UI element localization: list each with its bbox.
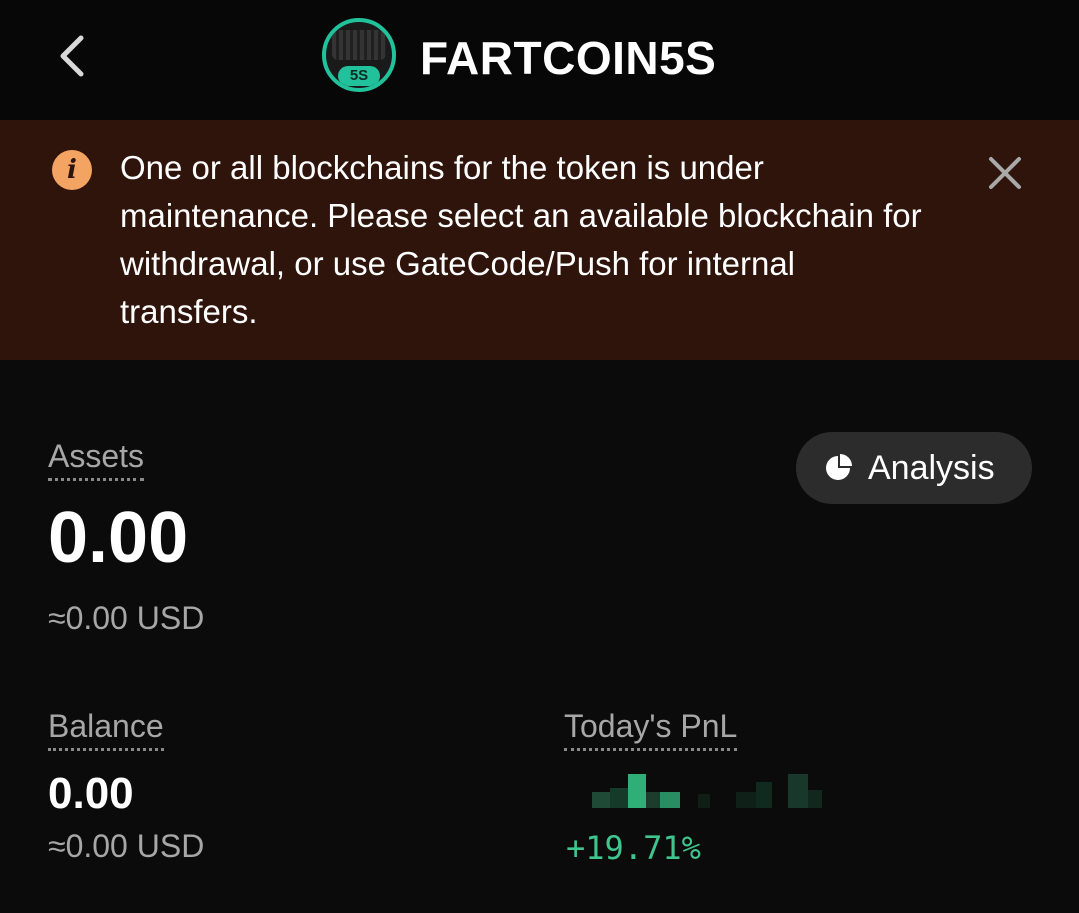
- analysis-button[interactable]: Analysis: [796, 432, 1032, 504]
- pnl-percent: +19.71%: [566, 829, 701, 867]
- chevron-left-icon: [60, 35, 84, 77]
- info-icon: i: [52, 150, 92, 190]
- todays-pnl-label[interactable]: Today's PnL: [564, 706, 738, 751]
- assets-label[interactable]: Assets: [48, 436, 145, 481]
- pnl-masked-value: [564, 772, 834, 812]
- close-icon: [989, 157, 1021, 189]
- header-bar: 5S FARTCOIN5S: [0, 0, 1079, 120]
- assets-value: 0.00: [48, 498, 189, 578]
- close-button[interactable]: [982, 150, 1028, 196]
- banner-message: One or all blockchains for the token is …: [120, 149, 922, 330]
- balance-label[interactable]: Balance: [48, 706, 164, 751]
- asset-detail-page: 5S FARTCOIN5S i One or all blockchains f…: [0, 0, 1079, 913]
- pie-chart-icon: [826, 454, 852, 480]
- token-logo-icon: 5S: [322, 18, 396, 92]
- token-logo-artwork: [332, 30, 386, 60]
- balance-usd-value: ≈0.00 USD: [48, 828, 205, 864]
- page-title: FARTCOIN5S: [420, 32, 717, 84]
- assets-usd-value: ≈0.00 USD: [48, 600, 205, 636]
- balance-value: 0.00: [48, 769, 134, 818]
- token-logo-tag: 5S: [338, 66, 380, 86]
- analysis-button-label: Analysis: [868, 448, 995, 487]
- back-button[interactable]: [50, 32, 94, 80]
